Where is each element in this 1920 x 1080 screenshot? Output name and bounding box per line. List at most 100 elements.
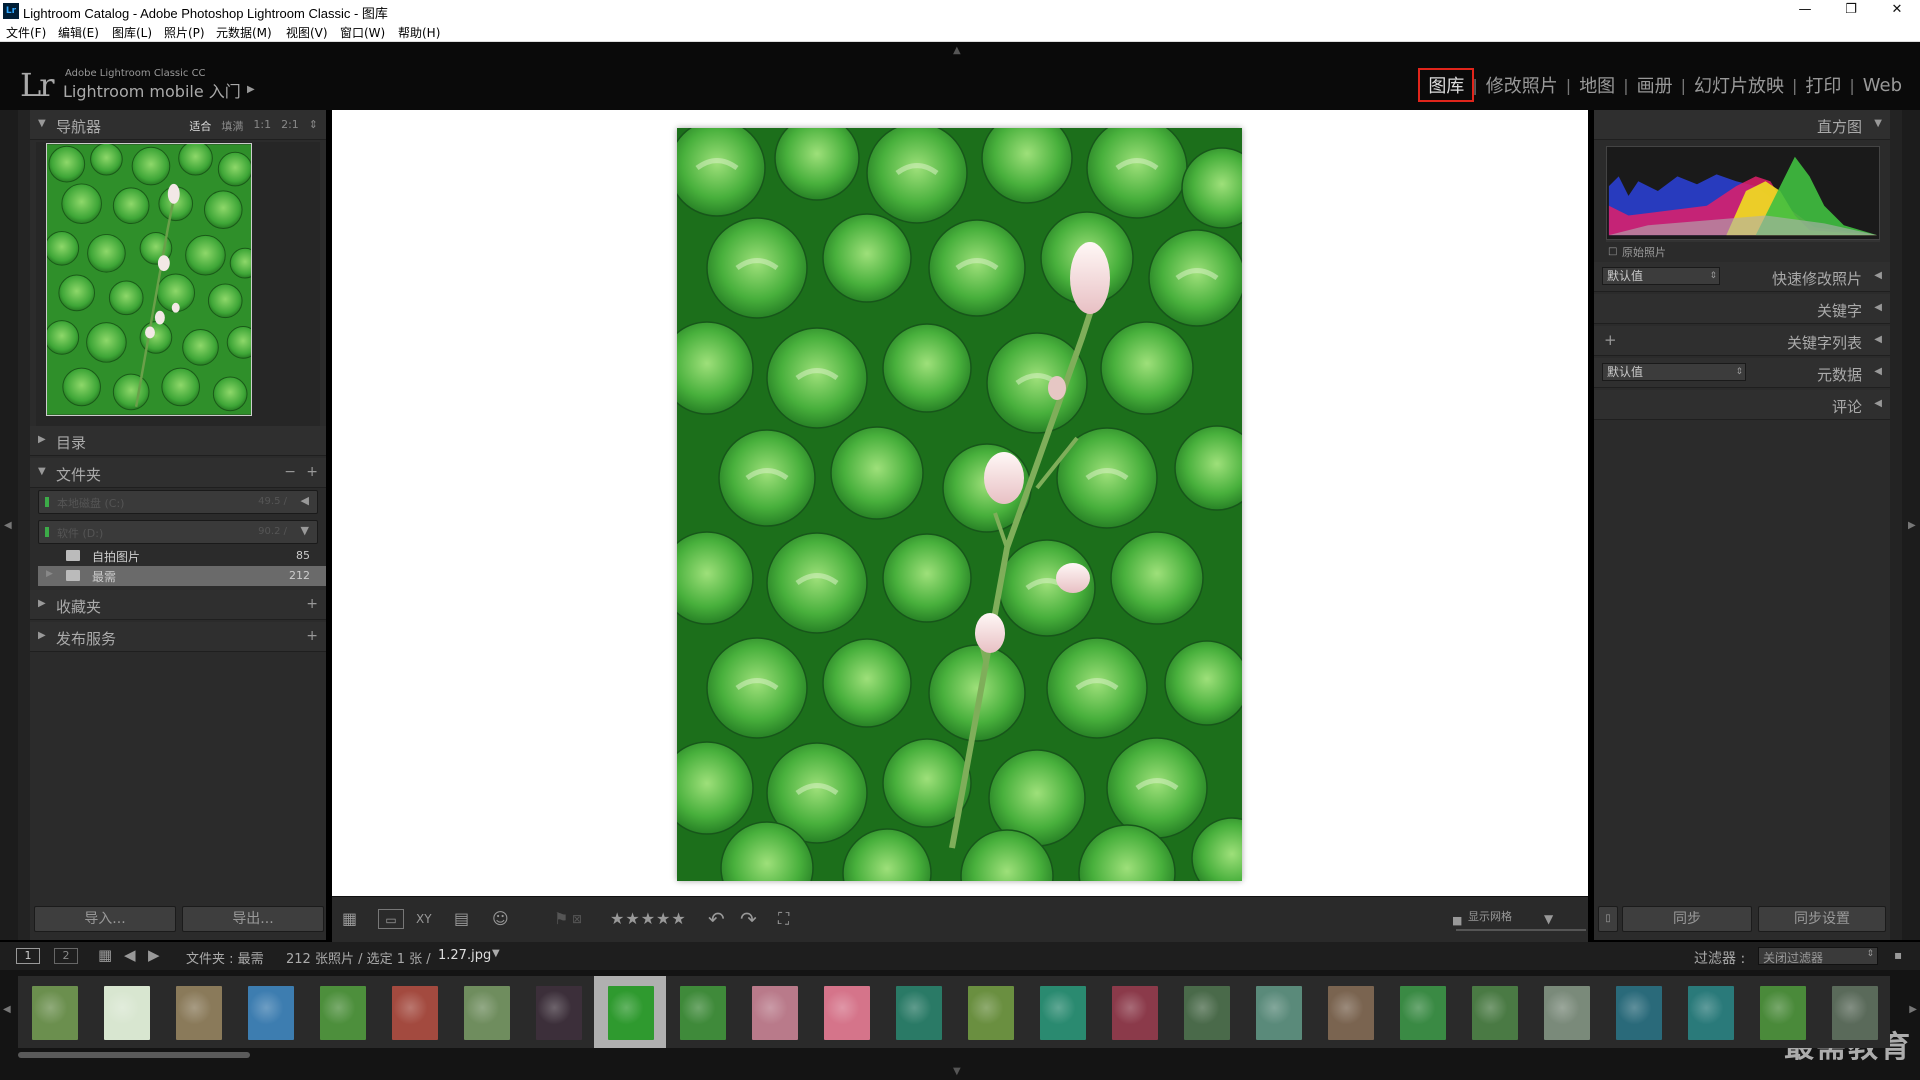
filter-stepper-icon[interactable]: ⇕ bbox=[1866, 949, 1874, 959]
grid-view-icon[interactable]: ▦ bbox=[342, 909, 357, 929]
filmstrip-scroll-left-icon[interactable]: ◀ bbox=[3, 1004, 11, 1015]
module-slideshow[interactable]: 幻灯片放映 bbox=[1686, 72, 1792, 98]
toolbar-menu-icon[interactable]: ▼ bbox=[1544, 909, 1553, 929]
filmstrip-thumb[interactable] bbox=[738, 976, 810, 1048]
right-panel-edge[interactable]: ▶ bbox=[1902, 110, 1920, 940]
module-develop[interactable]: 修改照片 bbox=[1478, 72, 1566, 98]
restore-button[interactable]: ❐ bbox=[1828, 0, 1874, 22]
navigator-header[interactable]: ▼ 导航器 适合 填满 1:1 2:1 ⇕ bbox=[30, 110, 326, 140]
filmstrip-thumb[interactable] bbox=[1026, 976, 1098, 1048]
filmstrip-thumb[interactable] bbox=[666, 976, 738, 1048]
expanded-volume-icon[interactable]: ▼ bbox=[301, 524, 309, 537]
add-folder-button[interactable]: + bbox=[306, 464, 318, 480]
filmstrip-thumb[interactable] bbox=[1746, 976, 1818, 1048]
module-print[interactable]: 打印 bbox=[1797, 72, 1849, 98]
add-keyword-button[interactable]: + bbox=[1604, 331, 1617, 349]
histogram[interactable] bbox=[1606, 146, 1880, 240]
reject-flag-icon[interactable]: ⊠ bbox=[572, 909, 582, 929]
crop-overlay-icon[interactable]: ⛶ bbox=[778, 909, 789, 929]
filmstrip-thumb[interactable] bbox=[1674, 976, 1746, 1048]
filmstrip-thumb[interactable] bbox=[1530, 976, 1602, 1048]
keywording-header[interactable]: 关键字 ◀ bbox=[1594, 294, 1890, 324]
main-photo[interactable] bbox=[677, 128, 1242, 881]
module-map[interactable]: 地图 bbox=[1571, 72, 1623, 98]
survey-view-icon[interactable]: ▤ bbox=[454, 909, 469, 929]
filmstrip-thumb-selected[interactable] bbox=[594, 976, 666, 1048]
filename-dropdown-icon[interactable]: ▼ bbox=[492, 948, 500, 959]
filmstrip-thumb[interactable] bbox=[306, 976, 378, 1048]
collapse-left-arrow-icon[interactable]: ◀ bbox=[4, 520, 12, 531]
source-label[interactable]: 文件夹 : 最需 bbox=[186, 948, 264, 967]
catalog-header[interactable]: ▶ 目录 bbox=[30, 426, 326, 456]
filmstrip-thumb[interactable] bbox=[522, 976, 594, 1048]
menu-window[interactable]: 窗口(W) bbox=[340, 24, 385, 41]
filmstrip-thumb[interactable] bbox=[1818, 976, 1890, 1048]
filmstrip-thumb[interactable] bbox=[234, 976, 306, 1048]
add-collection-button[interactable]: + bbox=[306, 596, 318, 612]
quick-develop-preset[interactable]: 默认值 ⇕ bbox=[1602, 267, 1720, 285]
menu-view[interactable]: 视图(V) bbox=[286, 24, 328, 41]
menu-metadata[interactable]: 元数据(M) bbox=[216, 24, 272, 41]
grid-shortcut-icon[interactable]: ▦ bbox=[98, 946, 112, 964]
filter-lock-icon[interactable]: ▪ bbox=[1894, 948, 1902, 962]
histogram-header[interactable]: 直方图 ▼ bbox=[1594, 110, 1890, 140]
people-view-icon[interactable]: ☺ bbox=[492, 909, 509, 929]
identity-plate[interactable]: Lightroom mobile 入门 bbox=[63, 78, 241, 102]
navigator-thumbnail[interactable] bbox=[46, 143, 252, 416]
auto-sync-switch[interactable]: ▯ bbox=[1598, 906, 1618, 932]
zoom-fill[interactable]: 填满 bbox=[221, 118, 243, 134]
compare-view-icon[interactable]: XY bbox=[416, 909, 432, 929]
selected-filename[interactable]: 1.27.jpg bbox=[438, 948, 491, 963]
back-arrow-icon[interactable]: ◀ bbox=[124, 946, 136, 964]
module-book[interactable]: 画册 bbox=[1629, 72, 1681, 98]
menu-library[interactable]: 图库(L) bbox=[112, 24, 152, 41]
filmstrip-thumb[interactable] bbox=[1458, 976, 1530, 1048]
filmstrip-scroll-right-icon[interactable]: ▶ bbox=[1909, 1004, 1917, 1015]
rotate-right-icon[interactable]: ↷ bbox=[740, 909, 757, 929]
filmstrip-thumb[interactable] bbox=[90, 976, 162, 1048]
star-rating[interactable]: ★★★★★ bbox=[610, 909, 687, 929]
menu-help[interactable]: 帮助(H) bbox=[398, 24, 440, 41]
publish-header[interactable]: ▶ 发布服务 + bbox=[30, 622, 326, 652]
sync-settings-button[interactable]: 同步设置 bbox=[1758, 906, 1886, 932]
filmstrip-thumb[interactable] bbox=[1170, 976, 1242, 1048]
close-button[interactable]: ✕ bbox=[1874, 0, 1920, 22]
export-button[interactable]: 导出... bbox=[182, 906, 324, 932]
filmstrip-thumb[interactable] bbox=[810, 976, 882, 1048]
filmstrip-thumb[interactable] bbox=[162, 976, 234, 1048]
main-window-button[interactable]: 1 bbox=[16, 948, 40, 964]
zoom-stepper-icon[interactable]: ⇕ bbox=[309, 118, 318, 134]
zoom-fit[interactable]: 适合 bbox=[189, 118, 211, 134]
filmstrip-thumb[interactable] bbox=[1242, 976, 1314, 1048]
second-window-button[interactable]: 2 bbox=[54, 948, 78, 964]
folder-item-selected[interactable]: ▶ 最需 212 bbox=[38, 566, 326, 586]
original-photo-checkbox[interactable]: □ bbox=[1608, 246, 1617, 257]
flag-icon[interactable]: ⚑ bbox=[554, 909, 568, 929]
filmstrip-thumb[interactable] bbox=[882, 976, 954, 1048]
collapse-top-arrow-icon[interactable]: ▲ bbox=[953, 45, 961, 56]
forward-arrow-icon[interactable]: ▶ bbox=[148, 946, 160, 964]
rotate-left-icon[interactable]: ↶ bbox=[708, 909, 725, 929]
filmstrip-scrollbar[interactable] bbox=[18, 1052, 250, 1058]
volume-d[interactable]: 软件 (D:) 90.2 / ▼ bbox=[38, 520, 318, 544]
collapse-bottom-arrow-icon[interactable]: ▼ bbox=[953, 1066, 961, 1077]
add-publish-button[interactable]: + bbox=[306, 628, 318, 644]
import-button[interactable]: 导入... bbox=[34, 906, 176, 932]
menu-file[interactable]: 文件(F) bbox=[6, 24, 46, 41]
minimize-button[interactable]: — bbox=[1782, 0, 1828, 22]
menu-edit[interactable]: 编辑(E) bbox=[58, 24, 99, 41]
preset-stepper-icon[interactable]: ⇕ bbox=[1709, 268, 1717, 284]
quick-develop-header[interactable]: 默认值 ⇕ 快速修改照片 ◀ bbox=[1594, 262, 1890, 292]
volume-c[interactable]: 本地磁盘 (C:) 49.5 / ◀ bbox=[38, 490, 318, 514]
left-panel-edge[interactable]: ◀ bbox=[0, 110, 18, 940]
filmstrip-thumb[interactable] bbox=[1602, 976, 1674, 1048]
show-grid-checkbox[interactable]: ■ bbox=[1452, 911, 1462, 931]
filmstrip-thumb[interactable] bbox=[954, 976, 1026, 1048]
sync-button[interactable]: 同步 bbox=[1622, 906, 1752, 932]
module-web[interactable]: Web bbox=[1855, 75, 1910, 96]
remove-folder-button[interactable]: − bbox=[284, 464, 296, 480]
filmstrip-thumb[interactable] bbox=[1314, 976, 1386, 1048]
folders-header[interactable]: ▼ 文件夹 − + bbox=[30, 458, 326, 488]
folder-expand-icon[interactable]: ▶ bbox=[46, 569, 53, 579]
filmstrip-thumb[interactable] bbox=[1386, 976, 1458, 1048]
